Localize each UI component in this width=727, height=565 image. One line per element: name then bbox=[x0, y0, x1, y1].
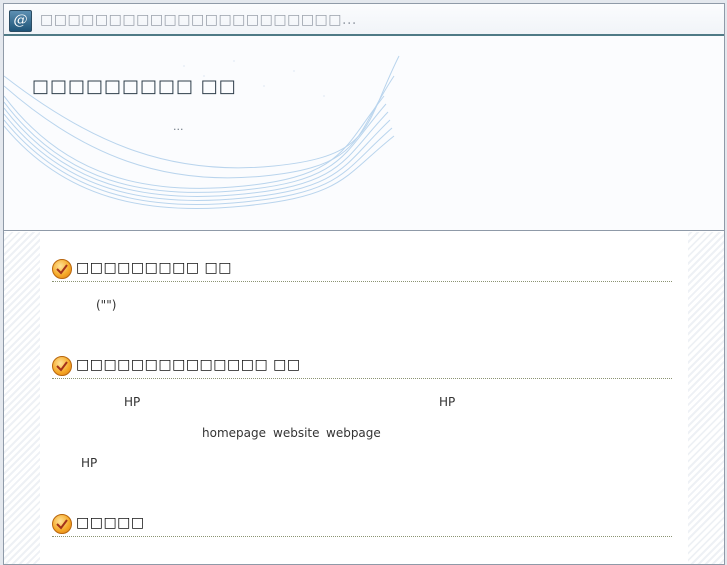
section-header: □□□□□□□□□ □□ bbox=[52, 255, 672, 282]
window-title: □□□□□□□□□□□□□□□□□□□□□□... bbox=[40, 12, 357, 28]
keyword-homepage: homepage bbox=[202, 426, 266, 440]
section-text: ("") bbox=[96, 298, 117, 312]
page-title: □□□□□□□□□ □□ bbox=[32, 76, 237, 97]
checkmark-icon bbox=[52, 356, 72, 376]
section-title: □□□□□□□□□□□□□□ □□ bbox=[76, 357, 301, 373]
checkmark-icon bbox=[52, 259, 72, 279]
section-title: □□□□□□□□□ □□ bbox=[76, 260, 232, 276]
section-text: HP bbox=[81, 456, 98, 470]
keyword-website: website bbox=[273, 426, 320, 440]
section-text: HP bbox=[439, 395, 456, 409]
section-header: □□□□□ bbox=[52, 510, 672, 537]
app-window: @ □□□□□□□□□□□□□□□□□□□□□□... □□□□□□□□□ □□… bbox=[3, 3, 725, 565]
header-banner: □□□□□□□□□ □□ ... bbox=[4, 36, 724, 231]
keyword-webpage: webpage bbox=[326, 426, 381, 440]
main-content: □□□□□□□□□ □□ ("") □□□□□□□□□□□□□□ □□ HP H… bbox=[40, 232, 688, 564]
section-header: □□□□□□□□□□□□□□ □□ bbox=[52, 352, 672, 379]
title-bar: @ □□□□□□□□□□□□□□□□□□□□□□... bbox=[4, 4, 724, 36]
checkmark-icon bbox=[52, 514, 72, 534]
wave-decoration bbox=[4, 55, 400, 210]
page-subtitle: ... bbox=[173, 120, 184, 133]
content-area: □□□□□□□□□ □□ ("") □□□□□□□□□□□□□□ □□ HP H… bbox=[4, 232, 724, 564]
section-text: HP bbox=[124, 395, 141, 409]
at-sign-icon: @ bbox=[9, 10, 32, 32]
section-title: □□□□□ bbox=[76, 515, 145, 531]
